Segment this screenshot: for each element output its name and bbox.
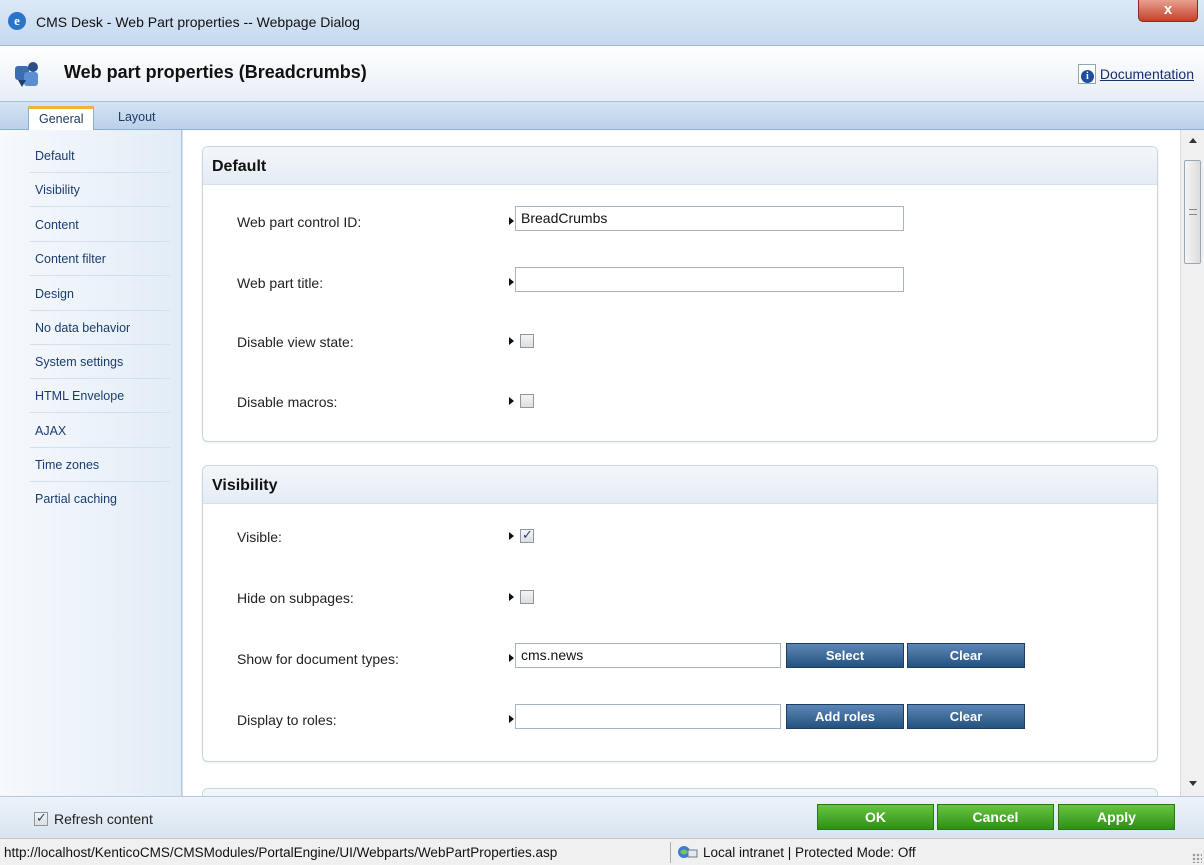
panel-visibility-title: Visibility [203,466,1157,504]
close-button[interactable]: x [1138,0,1198,22]
display-to-roles-label: Display to roles: [237,712,337,728]
panel-content-partial [202,788,1158,796]
security-zone-text: Local intranet | Protected Mode: Off [703,845,916,860]
sidebar-separator [30,310,170,311]
sidebar-separator [30,447,170,448]
status-bar: http://localhost/KenticoCMS/CMSModules/P… [0,838,1204,865]
tab-general[interactable]: General [28,106,95,130]
status-url: http://localhost/KenticoCMS/CMSModules/P… [4,845,558,860]
expand-arrow-icon[interactable] [509,532,514,540]
expand-arrow-icon[interactable] [509,337,514,345]
sidebar-item-content[interactable]: Content [35,218,79,232]
sidebar-item-design[interactable]: Design [35,287,74,301]
resize-grip-icon[interactable] [1192,853,1202,863]
document-types-input[interactable]: cms.news [515,643,781,668]
expand-arrow-icon[interactable] [509,278,514,286]
cancel-button[interactable]: Cancel [937,804,1054,830]
control-id-label: Web part control ID: [237,214,362,230]
sidebar-item-html-envelope[interactable]: HTML Envelope [35,389,124,403]
visible-checkbox[interactable] [520,527,534,543]
disable-view-state-checkbox[interactable] [520,334,534,348]
properties-content: Default Web part control ID: BreadCrumbs… [183,130,1180,796]
apply-button[interactable]: Apply [1058,804,1175,830]
documentation-link[interactable]: Documentation [1100,66,1194,82]
select-button[interactable]: Select [786,643,904,668]
disable-macros-label: Disable macros: [237,394,338,410]
sidebar-item-system-settings[interactable]: System settings [35,355,123,369]
sidebar-separator [30,275,170,276]
hide-on-subpages-label: Hide on subpages: [237,590,354,606]
documentation-link-group: i Documentation [1077,64,1194,84]
add-roles-button[interactable]: Add roles [786,704,904,729]
scroll-up-arrow-icon[interactable] [1189,138,1197,143]
roles-input[interactable] [515,704,781,729]
clear-document-types-button[interactable]: Clear [907,643,1025,668]
panel-default-title: Default [203,147,1157,185]
page-title: Web part properties (Breadcrumbs) [64,62,367,82]
refresh-content-label: Refresh content [54,811,153,827]
sidebar-item-visibility[interactable]: Visibility [35,183,80,197]
control-id-input[interactable]: BreadCrumbs [515,206,904,231]
documentation-icon: i [1077,64,1096,84]
internet-explorer-icon: e [8,12,26,30]
web-part-title-input[interactable] [515,267,904,292]
web-part-title-label: Web part title: [237,275,324,291]
web-part-icon [15,62,38,87]
sidebar-item-time-zones[interactable]: Time zones [35,458,99,472]
scroll-thumb[interactable] [1184,160,1201,264]
disable-view-state-label: Disable view state: [237,334,354,350]
expand-arrow-icon[interactable] [509,593,514,601]
sidebar-separator [30,412,170,413]
sidebar-separator [30,344,170,345]
tab-layout[interactable]: Layout [108,106,166,130]
sidebar-separator [30,206,170,207]
expand-arrow-icon[interactable] [509,397,514,405]
status-divider [670,842,671,863]
scroll-down-arrow-icon[interactable] [1189,781,1197,786]
expand-arrow-icon[interactable] [509,715,514,723]
panel-visibility: Visibility Visible: Hide on subpages: Sh… [202,465,1158,762]
dialog-header: Web part properties (Breadcrumbs) i Docu… [0,46,1204,102]
sidebar-item-content-filter[interactable]: Content filter [35,252,106,266]
local-intranet-icon [678,846,698,858]
refresh-content-checkbox[interactable] [34,810,48,826]
sidebar-item-partial-caching[interactable]: Partial caching [35,492,117,506]
sidebar-item-no-data-behavior[interactable]: No data behavior [35,321,130,335]
sidebar-item-default[interactable]: Default [35,149,75,163]
panel-default: Default Web part control ID: BreadCrumbs… [202,146,1158,442]
vertical-scrollbar[interactable] [1180,130,1204,796]
hide-on-subpages-checkbox[interactable] [520,590,534,604]
window-title-bar: e CMS Desk - Web Part properties -- Webp… [0,0,1204,46]
expand-arrow-icon[interactable] [509,654,514,662]
sidebar-nav: Default Visibility Content Content filte… [0,130,182,796]
sidebar-separator [30,378,170,379]
visible-label: Visible: [237,529,282,545]
clear-roles-button[interactable]: Clear [907,704,1025,729]
window-title: CMS Desk - Web Part properties -- Webpag… [36,14,360,30]
document-types-label: Show for document types: [237,651,399,667]
panel-content-header [203,789,1157,796]
sidebar-separator [30,172,170,173]
ok-button[interactable]: OK [817,804,934,830]
tab-bar: General Layout [0,102,1204,130]
disable-macros-checkbox[interactable] [520,394,534,408]
sidebar-separator [30,241,170,242]
sidebar-separator [30,481,170,482]
sidebar-item-ajax[interactable]: AJAX [35,424,66,438]
grip-icon [1189,209,1197,215]
expand-arrow-icon[interactable] [509,217,514,225]
